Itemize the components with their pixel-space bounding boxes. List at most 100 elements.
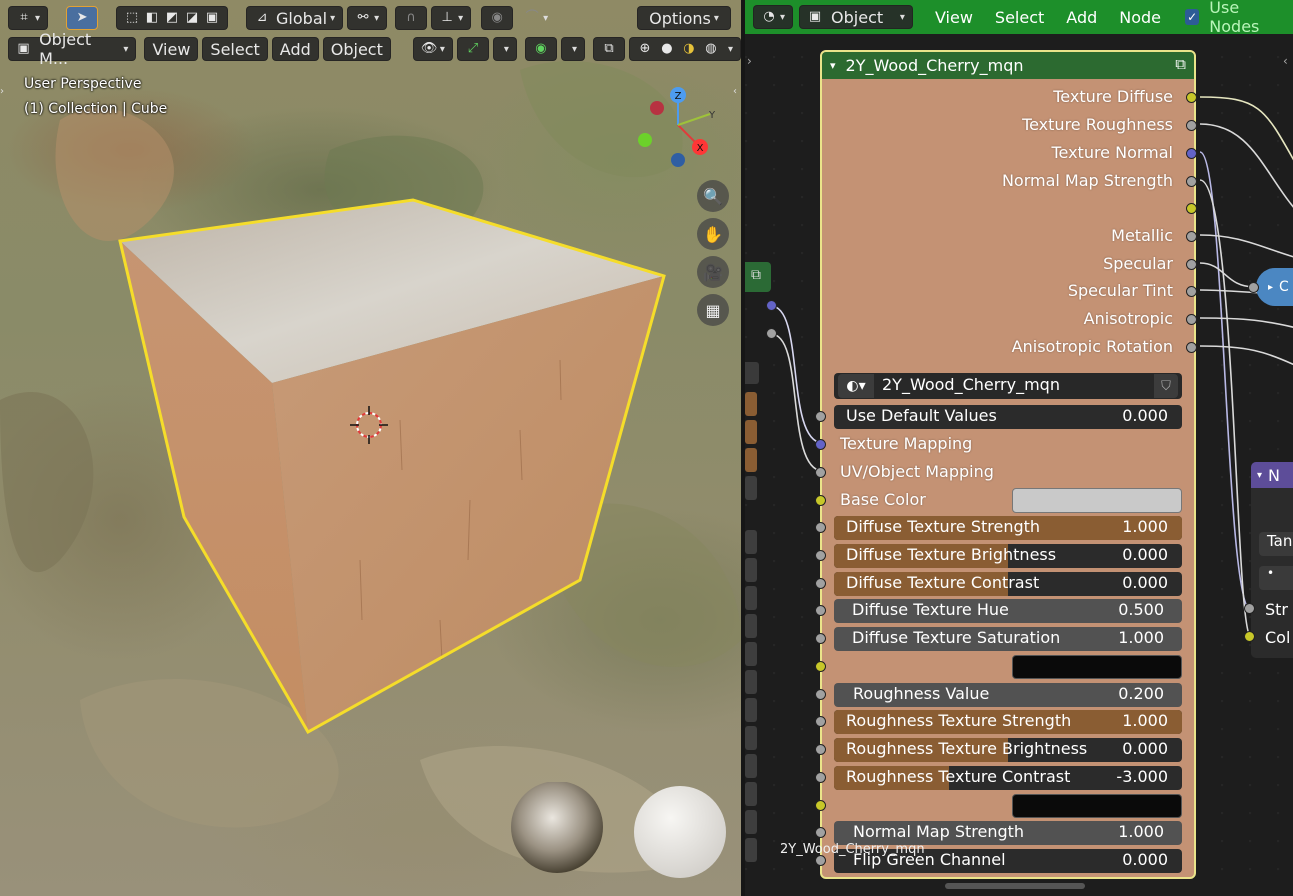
left-field-fragment[interactable]	[745, 476, 757, 500]
output-anisotropic-label: Anisotropic	[1083, 309, 1173, 328]
node-node-menu[interactable]: Node	[1111, 8, 1169, 27]
left-field-fragment[interactable]	[745, 530, 757, 554]
collapsed-node-label: C	[1279, 279, 1289, 295]
diffuse-texture-contrast-slider[interactable]: Diffuse Texture Contrast 0.000	[834, 572, 1182, 596]
base-color-swatch[interactable]	[1012, 488, 1182, 513]
node-group-icon[interactable]: ⧉	[1175, 55, 1186, 73]
left-field-fragment[interactable]	[745, 670, 757, 694]
left-field-fragment[interactable]	[745, 586, 757, 610]
input-socket-base-color[interactable]	[815, 495, 826, 506]
left-node-output-socket-vector[interactable]	[766, 300, 777, 311]
output-socket-texture-normal[interactable]	[1186, 148, 1197, 159]
left-field-fragment[interactable]	[745, 392, 757, 416]
cube-object[interactable]	[0, 0, 741, 896]
output-anisotropic-rotation-label: Anisotropic Rotation	[1011, 337, 1173, 356]
input-socket-diffuse-contrast[interactable]	[815, 578, 826, 589]
node-tree-browse-icon[interactable]: ◐▾	[838, 374, 874, 398]
collapsed-node-fragment[interactable]: ▸ C	[1256, 268, 1293, 306]
output-socket-specular-tint[interactable]	[1186, 286, 1197, 297]
node-add-menu[interactable]: Add	[1058, 8, 1105, 27]
roughness-texture-brightness-slider[interactable]: Roughness Texture Brightness 0.000	[834, 738, 1182, 762]
left-field-fragment[interactable]	[745, 448, 757, 472]
field-label: Use Default Values	[846, 406, 997, 425]
diffuse-texture-strength-slider[interactable]: Diffuse Texture Strength 1.000	[834, 516, 1182, 540]
group-node-header[interactable]: ▾ 2Y_Wood_Cherry_mqn ⧉	[822, 52, 1194, 79]
color-input-socket[interactable]	[1244, 631, 1255, 642]
roughness-texture-contrast-slider[interactable]: Roughness Texture Contrast -3.000	[834, 766, 1182, 790]
input-socket-diffuse-hue[interactable]	[815, 605, 826, 616]
input-socket-use-default-values[interactable]	[815, 411, 826, 422]
input-socket-normal-map-strength[interactable]	[815, 827, 826, 838]
3d-viewport[interactable]: ⌗ ▾ ➤ ⬚ ◧ ◩ ◪ ▣ ⊿ Global ▾ ⚯ ▾ ∩ ⊥ ▾ ◉ ⌒ ▾ Op…	[0, 0, 741, 896]
input-socket-roughness-strength[interactable]	[815, 716, 826, 727]
output-socket-texture-roughness[interactable]	[1186, 120, 1197, 131]
node-select-menu[interactable]: Select	[987, 8, 1052, 27]
input-socket-roughness-contrast[interactable]	[815, 772, 826, 783]
diffuse-texture-hue-field[interactable]: Diffuse Texture Hue 0.500	[834, 599, 1182, 623]
use-default-values-field[interactable]: Use Default Values 0.000	[834, 405, 1182, 429]
space-dropdown-fragment[interactable]: Tan	[1259, 532, 1293, 556]
left-field-fragment[interactable]	[745, 558, 757, 582]
collapsed-node-input-socket[interactable]	[1248, 282, 1259, 293]
input-socket-diffuse-strength[interactable]	[815, 522, 826, 533]
left-field-fragment[interactable]	[745, 754, 757, 778]
input-socket-uv-mapping[interactable]	[815, 467, 826, 478]
output-socket-texture-diffuse[interactable]	[1186, 92, 1197, 103]
left-node-output-socket-value[interactable]	[766, 328, 777, 339]
shader-node-editor[interactable]: ◔ ▾ ▣ Object ▾ View Select Add Node ✓ Use…	[745, 0, 1293, 896]
output-socket-anisotropic[interactable]	[1186, 314, 1197, 325]
output-socket-specular[interactable]	[1186, 259, 1197, 270]
field-value: 1.000	[1118, 822, 1164, 841]
left-field-fragment[interactable]	[745, 726, 757, 750]
group-node[interactable]: ▾ 2Y_Wood_Cherry_mqn ⧉ Texture Diffuse T…	[815, 50, 1197, 879]
normal-map-node-header[interactable]: ▾ N	[1251, 462, 1293, 488]
texture-mapping-label: Texture Mapping	[840, 434, 973, 453]
shader-type-dropdown[interactable]: ▣ Object ▾	[799, 5, 913, 29]
toolbar-expand-icon[interactable]: ›	[747, 54, 752, 68]
left-field-fragment[interactable]	[745, 698, 757, 722]
strength-input-socket[interactable]	[1244, 603, 1255, 614]
fake-user-shield-icon[interactable]: ⛉	[1154, 374, 1178, 398]
diffuse-texture-saturation-field[interactable]: Diffuse Texture Saturation 1.000	[834, 627, 1182, 651]
output-socket-anisotropic-rotation[interactable]	[1186, 342, 1197, 353]
input-socket-texture-mapping[interactable]	[815, 439, 826, 450]
normal-map-node-title: N	[1268, 465, 1280, 485]
node-editor-header: ◔ ▾ ▣ Object ▾ View Select Add Node ✓ Use…	[745, 0, 1293, 36]
output-socket-normal-map-strength[interactable]	[1186, 176, 1197, 187]
left-field-fragment[interactable]	[745, 614, 757, 638]
left-field-fragment[interactable]	[745, 810, 757, 834]
node-view-menu[interactable]: View	[927, 8, 981, 27]
color-input-swatch-1[interactable]	[1012, 655, 1182, 679]
node-editor-type-button[interactable]: ◔ ▾	[753, 5, 794, 29]
input-socket-unnamed-color-2[interactable]	[815, 800, 826, 811]
uv-map-field-fragment[interactable]: •	[1259, 566, 1293, 590]
output-texture-normal-label: Texture Normal	[1051, 143, 1173, 162]
horizontal-scrollbar[interactable]	[945, 883, 1085, 889]
output-socket-unnamed-color[interactable]	[1186, 203, 1197, 214]
output-normal-map-strength-label: Normal Map Strength	[1001, 171, 1173, 190]
input-socket-diffuse-brightness[interactable]	[815, 550, 826, 561]
diffuse-texture-brightness-slider[interactable]: Diffuse Texture Brightness 0.000	[834, 544, 1182, 568]
left-field-fragment[interactable]	[745, 838, 757, 862]
node-group-datablock-field[interactable]: ◐▾ 2Y_Wood_Cherry_mqn ⛉	[834, 373, 1182, 399]
field-label: Roughness Value	[853, 684, 990, 703]
left-node-header-fragment[interactable]: ⧉	[745, 262, 771, 292]
normal-map-node-fragment[interactable]: ▾ N Tan • Str Col	[1251, 462, 1293, 658]
output-specular-label: Specular	[1103, 254, 1173, 273]
left-field-fragment[interactable]	[745, 642, 757, 666]
collapse-arrow-icon[interactable]: ▾	[1257, 470, 1262, 481]
use-nodes-checkbox[interactable]: ✓	[1185, 9, 1200, 25]
input-socket-roughness-brightness[interactable]	[815, 744, 826, 755]
roughness-texture-strength-slider[interactable]: Roughness Texture Strength 1.000	[834, 710, 1182, 734]
input-socket-unnamed-color-1[interactable]	[815, 661, 826, 672]
output-socket-metallic[interactable]	[1186, 231, 1197, 242]
color-input-swatch-2[interactable]	[1012, 794, 1182, 818]
input-socket-diffuse-saturation[interactable]	[815, 633, 826, 644]
input-socket-roughness-value[interactable]	[815, 689, 826, 700]
left-field-fragment[interactable]	[745, 782, 757, 806]
sidebar-expand-icon[interactable]: ‹	[1283, 54, 1288, 68]
field-value: 0.200	[1118, 684, 1164, 703]
roughness-value-field[interactable]: Roughness Value 0.200	[834, 683, 1182, 707]
collapse-arrow-icon[interactable]: ▾	[830, 59, 836, 72]
left-field-fragment[interactable]	[745, 420, 757, 444]
